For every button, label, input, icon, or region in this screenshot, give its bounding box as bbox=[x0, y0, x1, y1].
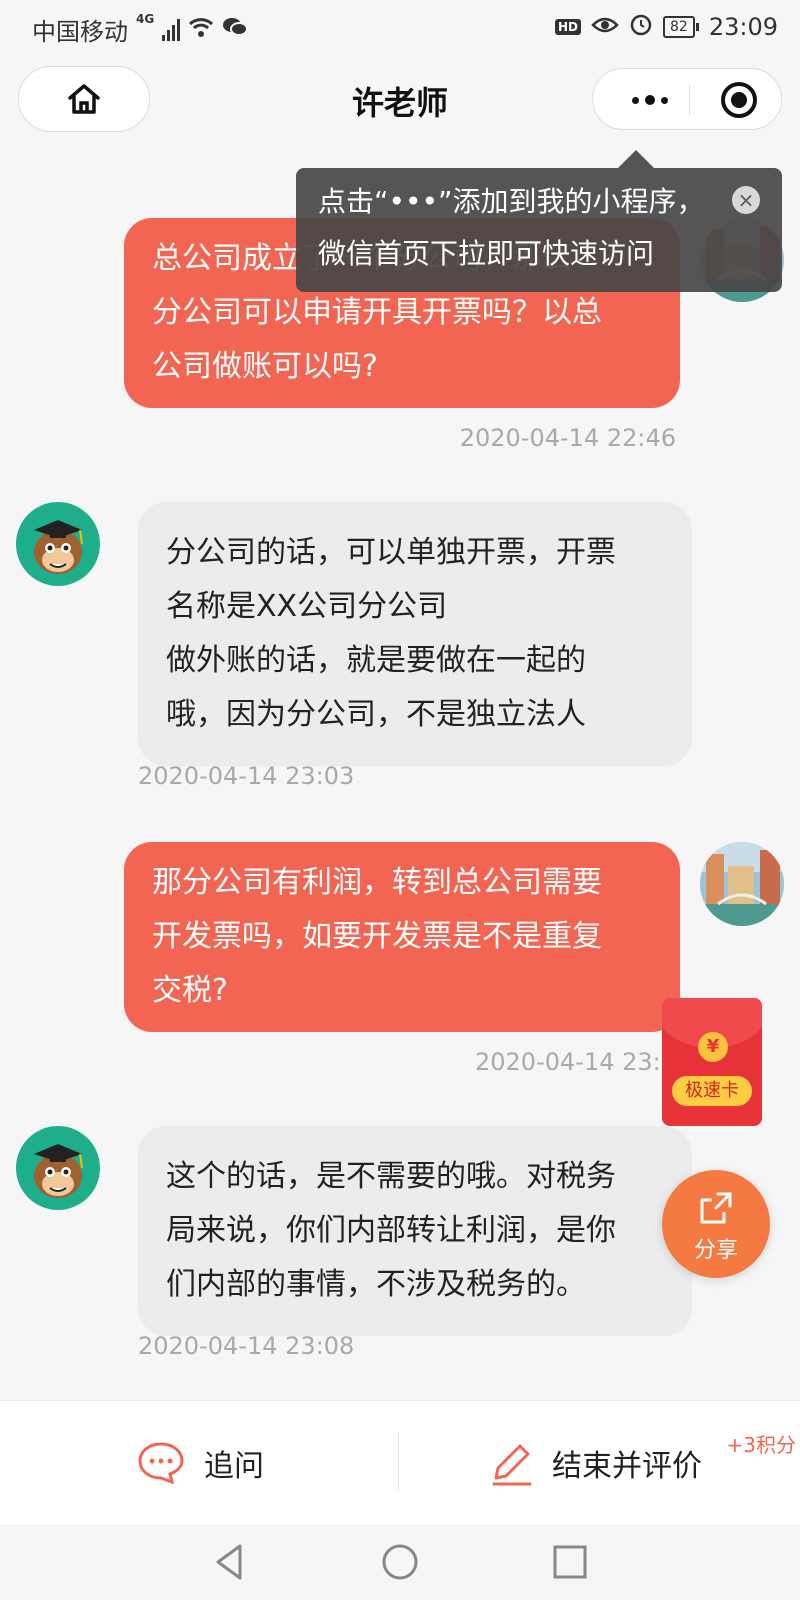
add-to-my-mini-program-tooltip: 点击“•••”添加到我的小程序， 微信首页下拉即可快速访问 × bbox=[296, 168, 782, 292]
teacher-avatar[interactable] bbox=[16, 1126, 100, 1210]
signal-icon bbox=[162, 18, 181, 41]
message-line: 公司做账可以吗? bbox=[152, 349, 378, 384]
more-dots-icon[interactable] bbox=[615, 69, 685, 131]
message-bubble-received: 分公司的话，可以单独开票，开票 名称是XX公司分公司 做外账的话，就是要做在一起… bbox=[138, 502, 692, 766]
message-timestamp: 2020-04-14 23:03 bbox=[138, 762, 355, 790]
ask-label: 追问 bbox=[204, 1449, 264, 1484]
message-timestamp: 2020-04-14 23:0 bbox=[475, 1048, 676, 1076]
status-bar: 中国移动 4G HD 82 23:09 bbox=[0, 0, 800, 56]
message-line: 这个的话，是不需要的哦。对税务 bbox=[166, 1159, 616, 1194]
tooltip-line: 微信首页下拉即可快速访问 bbox=[318, 237, 655, 270]
message-line: 分公司可以申请开具开票吗？以总 bbox=[152, 295, 602, 330]
target-close-icon[interactable] bbox=[721, 82, 757, 118]
hd-badge: HD bbox=[554, 19, 581, 35]
message-line: 们内部的事情，不涉及税务的。 bbox=[166, 1267, 586, 1302]
home-circle-icon[interactable] bbox=[376, 1538, 424, 1586]
message-line: 交税? bbox=[152, 973, 228, 1008]
system-nav-bar bbox=[0, 1524, 800, 1600]
tooltip-arrow bbox=[618, 150, 654, 168]
alarm-icon bbox=[629, 12, 653, 42]
wechat-icon bbox=[222, 16, 249, 44]
pen-icon bbox=[492, 1444, 532, 1486]
message-line: 开发票吗，如要开发票是不是重复 bbox=[152, 919, 602, 954]
finish-and-rate-button[interactable]: 结束并评价 bbox=[490, 1401, 702, 1525]
red-packet-widget[interactable]: ¥ 极速卡 bbox=[662, 998, 762, 1126]
battery-level: 82 bbox=[663, 16, 695, 38]
message-line: 那分公司有利润，转到总公司需要 bbox=[152, 865, 602, 900]
teacher-avatar[interactable] bbox=[16, 502, 100, 586]
recents-icon[interactable] bbox=[546, 1538, 594, 1586]
message-line: 哦，因为分公司，不是独立法人 bbox=[166, 697, 586, 732]
chat-bubble-icon bbox=[138, 1442, 184, 1485]
back-icon[interactable] bbox=[206, 1538, 254, 1586]
eye-icon bbox=[591, 13, 619, 41]
message-timestamp: 2020-04-14 22:46 bbox=[459, 424, 676, 452]
tooltip-close-icon[interactable]: × bbox=[732, 186, 760, 214]
share-label: 分享 bbox=[693, 1238, 738, 1263]
share-button[interactable]: 分享 bbox=[662, 1170, 770, 1278]
message-line: 名称是XX公司分公司 bbox=[166, 589, 448, 624]
carrier-label: 中国移动 bbox=[32, 18, 128, 46]
message-line: 局来说，你们内部转让利润，是你 bbox=[166, 1213, 616, 1248]
battery-icon: 82 bbox=[663, 16, 699, 38]
header: 许老师 bbox=[0, 56, 800, 144]
bottom-action-bar: 追问 结束并评价 +3积分 bbox=[0, 1400, 800, 1524]
red-packet-label: 极速卡 bbox=[672, 1076, 752, 1106]
message-line: 做外账的话，就是要做在一起的 bbox=[166, 643, 586, 678]
tooltip-line: 点击“•••”添加到我的小程序， bbox=[318, 185, 705, 218]
message-bubble-received: 这个的话，是不需要的哦。对税务 局来说，你们内部转让利润，是你 们内部的事情，不… bbox=[138, 1126, 692, 1336]
message-line: 分公司的话，可以单独开票，开票 bbox=[166, 535, 616, 570]
wifi-icon bbox=[188, 16, 214, 44]
finish-label: 结束并评价 bbox=[552, 1449, 702, 1484]
clock-time: 23:09 bbox=[708, 13, 778, 41]
user-avatar[interactable] bbox=[700, 842, 784, 926]
points-badge: +3积分 bbox=[726, 1433, 796, 1457]
ask-follow-up-button[interactable]: 追问 bbox=[136, 1401, 264, 1525]
message-bubble-sent: 那分公司有利润，转到总公司需要 开发票吗，如要开发票是不是重复 交税? bbox=[124, 842, 680, 1032]
share-icon bbox=[700, 1192, 732, 1224]
message-timestamp: 2020-04-14 23:08 bbox=[138, 1332, 355, 1360]
network-label: 4G bbox=[136, 12, 155, 26]
coin-icon: ¥ bbox=[698, 1032, 728, 1062]
mini-program-capsule bbox=[592, 68, 782, 130]
